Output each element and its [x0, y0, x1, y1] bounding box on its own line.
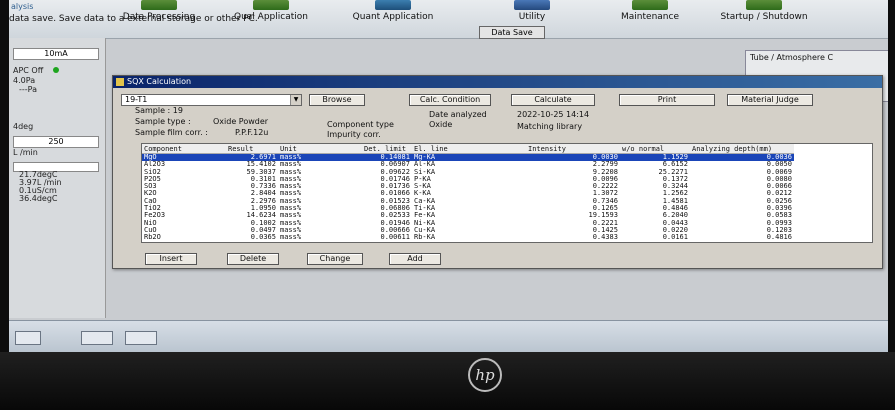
utility-label: Utility [518, 12, 546, 22]
tube-atmosphere-title: Tube / Atmosphere C [750, 53, 834, 62]
table-row[interactable]: NiO 0.1002 mass% 0.01946 Ni-KA 0.2221 0.0443 0.… [142, 219, 794, 227]
maintenance-label: Maintenance [621, 12, 679, 22]
utility-icon [514, 0, 550, 10]
screen: alysis Data Processing Qual Application … [9, 0, 888, 352]
table-row[interactable]: P2O5 0.3101 mass% 0.01746 P-KA 0.0096 0.1372 0.… [142, 175, 794, 183]
table-row[interactable]: Rb2O 0.0365 mass% 0.00611 Rb-KA 0.4383 0.0161 0… [142, 233, 794, 241]
apc-label: APC Off [13, 66, 44, 75]
pressure-value: 4.0Pa [13, 76, 36, 85]
dialog-title: SQX Calculation [127, 77, 192, 86]
table-cell: 0.0641 [226, 241, 278, 242]
film-corr-value: P.P.F.12u [235, 128, 269, 137]
table-row[interactable]: CuO 0.0497 mass% 0.00666 Cu-KA 0.1425 0.0220 0.… [142, 226, 794, 234]
taskbar-window-icon[interactable] [125, 331, 157, 345]
delete-button[interactable]: Delete [227, 253, 279, 265]
app-title-fragment: alysis [11, 2, 34, 11]
utility-tab[interactable]: Utility [507, 0, 557, 28]
calculate-button[interactable]: Calculate [511, 94, 595, 106]
table-cell: 0.00666 [362, 241, 412, 242]
table-row[interactable]: Al2O3 15.4102 mass% 0.06907 Al-KA 2.2799 6.615… [142, 160, 794, 168]
table-row[interactable]: MgO 2.6971 mass% 0.14081 Mg-KA 0.0030 1.1529 0.… [142, 153, 794, 162]
table-row[interactable]: SrO0.0641mass%0.00666Sr-KA0.30980.02830.… [142, 241, 794, 242]
quant-application-tab[interactable]: Quant Application [345, 0, 441, 28]
maintenance-tab[interactable]: Maintenance [615, 0, 685, 28]
sample-select[interactable]: 19-T1 ▼ [121, 94, 302, 106]
quant-application-label: Quant Application [352, 12, 434, 22]
impurity-corr-label: Impurity corr. [327, 130, 381, 139]
app-toolbar: alysis Data Processing Qual Application … [9, 0, 888, 39]
quant-application-icon [375, 0, 411, 10]
table-row[interactable]: Fe2O3 14.6234 mass% 0.02533 Fe-KA 19.1593 6.20… [142, 212, 794, 220]
table-row[interactable]: CaO 2.2976 mass% 0.01523 Ca-KA 0.7346 1.4581 0.… [142, 197, 794, 205]
component-type-label: Component type [327, 120, 394, 129]
sqx-calculation-dialog: SQX Calculation 19-T1 ▼ Browse Calc. Con… [112, 75, 883, 269]
table-row[interactable]: SiO2 59.3037 mass% 0.09622 Si-KA 9.2208 25.227… [142, 168, 794, 176]
browse-button[interactable]: Browse [309, 94, 365, 106]
calc-condition-button[interactable]: Calc. Condition [409, 94, 491, 106]
startup-shutdown-icon [746, 0, 782, 10]
speed-field: 250 [13, 136, 99, 148]
print-button[interactable]: Print [619, 94, 715, 106]
component-type-value: Oxide [429, 120, 453, 129]
data-save-button[interactable]: Data Save [479, 26, 545, 39]
table-row[interactable]: SO3 0.7336 mass% 0.01736 S-KA 0.2222 0.3244 0.0… [142, 182, 794, 190]
table-cell: 0.0283 [620, 241, 690, 242]
pressure-sub: ---Pa [19, 85, 38, 94]
sample-type-value: Oxide Powder [213, 117, 269, 126]
add-button[interactable]: Add [389, 253, 441, 265]
apc-status: APC Off [13, 66, 60, 75]
table-cell: SrO [142, 241, 226, 242]
table-cell: mass% [278, 241, 362, 242]
film-corr-label: Sample film corr. : [135, 128, 208, 137]
dialog-app-icon [116, 78, 124, 86]
angle-value: 4deg [13, 122, 34, 131]
monitor-bezel: hp [0, 352, 895, 410]
sample-type-label: Sample type : [135, 117, 191, 126]
date-analyzed-label: Date analyzed [429, 110, 487, 119]
startup-shutdown-tab[interactable]: Startup / Shutdown [709, 0, 819, 28]
table-row[interactable]: TiO2 1.0950 mass% 0.06806 Ti-KA 0.1265 0.4846 0… [142, 204, 794, 212]
flow-unit: L /min [13, 148, 38, 157]
monitor-frame: alysis Data Processing Qual Application … [0, 0, 895, 410]
qual-application-icon [253, 0, 289, 10]
data-processing-icon [141, 0, 177, 10]
table-cell: 0.5561 [690, 241, 794, 242]
status-led-icon [53, 67, 60, 73]
instrument-status-panel: 10mA APC Off 4.0Pa ---Pa 4deg 250 L /min… [9, 38, 106, 318]
sample-select-value: 19-T1 [125, 95, 148, 104]
table-cell: 0.3098 [526, 241, 620, 242]
startup-shutdown-label: Startup / Shutdown [720, 12, 808, 22]
hp-logo: hp [468, 358, 502, 392]
table-cell: Sr-KA [412, 241, 526, 242]
chevron-down-icon[interactable]: ▼ [290, 95, 301, 105]
taskbar-app-icon[interactable] [15, 331, 41, 345]
dialog-titlebar: SQX Calculation [113, 76, 882, 88]
table-header-row: Component Result Unit Det. limit El. lin… [142, 144, 794, 154]
insert-button[interactable]: Insert [145, 253, 197, 265]
status-message: data save. Save data to a external stora… [9, 14, 258, 24]
sample-label: Sample : 19 [135, 106, 183, 115]
taskbar [9, 320, 888, 352]
temp2-value: 36.4degC [19, 194, 58, 203]
material-judge-button[interactable]: Material Judge [727, 94, 813, 106]
change-button[interactable]: Change [307, 253, 363, 265]
table-row[interactable]: K2O 2.8404 mass% 0.01066 K-KA 1.3072 1.2562 0.0… [142, 190, 794, 198]
taskbar-user-icon[interactable] [81, 331, 113, 345]
results-table[interactable]: Component Result Unit Det. limit El. lin… [141, 143, 873, 243]
date-analyzed-value: 2022-10-25 14:14 [517, 110, 590, 119]
maintenance-icon [632, 0, 668, 10]
current-field: 10mA [13, 48, 99, 60]
matching-library-label: Matching library [517, 122, 583, 131]
